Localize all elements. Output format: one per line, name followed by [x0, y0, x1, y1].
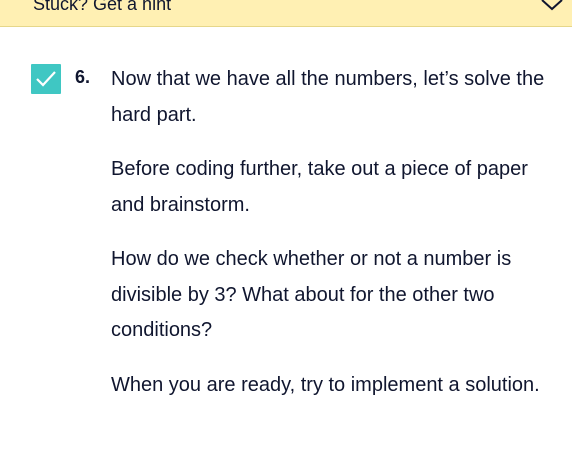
- task-paragraph: When you are ready, try to implement a s…: [111, 373, 540, 396]
- task-paragraph: Now that we have all the numbers, let’s …: [111, 68, 545, 126]
- task-instructions: Now that we have all the numbers, let’s …: [111, 62, 561, 422]
- task-number: 6.: [75, 67, 91, 87]
- checkmark-icon: [36, 71, 56, 87]
- chevron-down-icon[interactable]: [540, 0, 564, 13]
- hint-bar[interactable]: Stuck? Get a hint: [0, 0, 572, 27]
- task-paragraph: How do we check whether or not a number …: [111, 248, 512, 341]
- task-paragraph: Before coding further, take out a piece …: [111, 158, 528, 216]
- hint-label[interactable]: Stuck? Get a hint: [33, 0, 171, 15]
- task-checkbox[interactable]: [31, 64, 61, 94]
